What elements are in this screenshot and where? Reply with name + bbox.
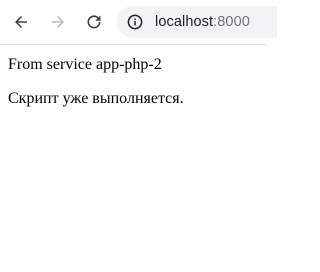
- page-content: From service app-php-2 Скрипт уже выполн…: [0, 46, 266, 124]
- status-message: Скрипт уже выполняется.: [8, 90, 184, 107]
- url-host: localhost: [155, 14, 214, 30]
- url-text: localhost:8000: [155, 14, 250, 30]
- info-circle-icon[interactable]: [127, 14, 143, 30]
- browser-window: localhost:8000 From service app-php-2 Ск…: [0, 0, 277, 272]
- reload-button[interactable]: [80, 8, 108, 36]
- service-line: From service app-php-2: [8, 56, 162, 73]
- back-button[interactable]: [7, 8, 35, 36]
- browser-toolbar: localhost:8000: [0, 0, 277, 45]
- reload-icon: [86, 14, 102, 30]
- arrow-right-icon: [50, 14, 66, 30]
- url-port: :8000: [213, 14, 250, 30]
- address-bar[interactable]: localhost:8000: [117, 6, 277, 38]
- arrow-left-icon: [13, 14, 29, 30]
- forward-button[interactable]: [44, 8, 72, 36]
